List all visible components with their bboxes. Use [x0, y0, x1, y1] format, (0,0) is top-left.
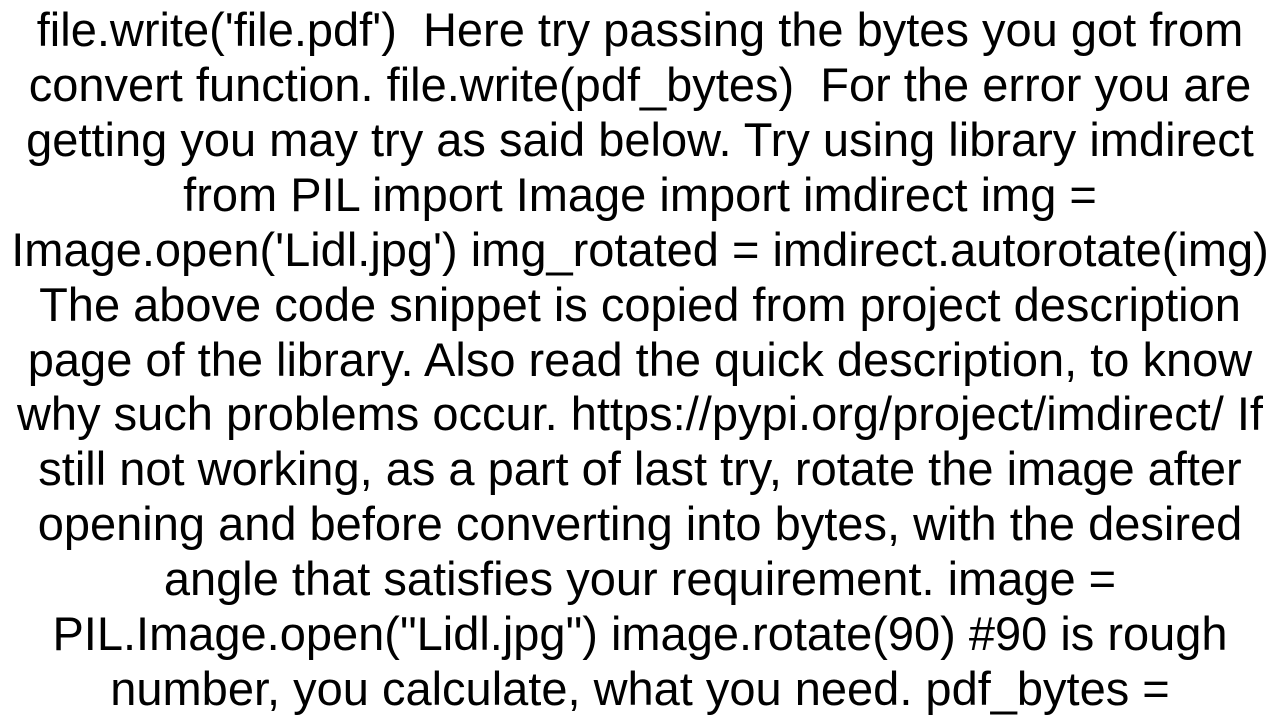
answer-body-text: file.write('file.pdf') Here try passing …	[10, 3, 1270, 718]
page-container: file.write('file.pdf') Here try passing …	[0, 0, 1280, 720]
